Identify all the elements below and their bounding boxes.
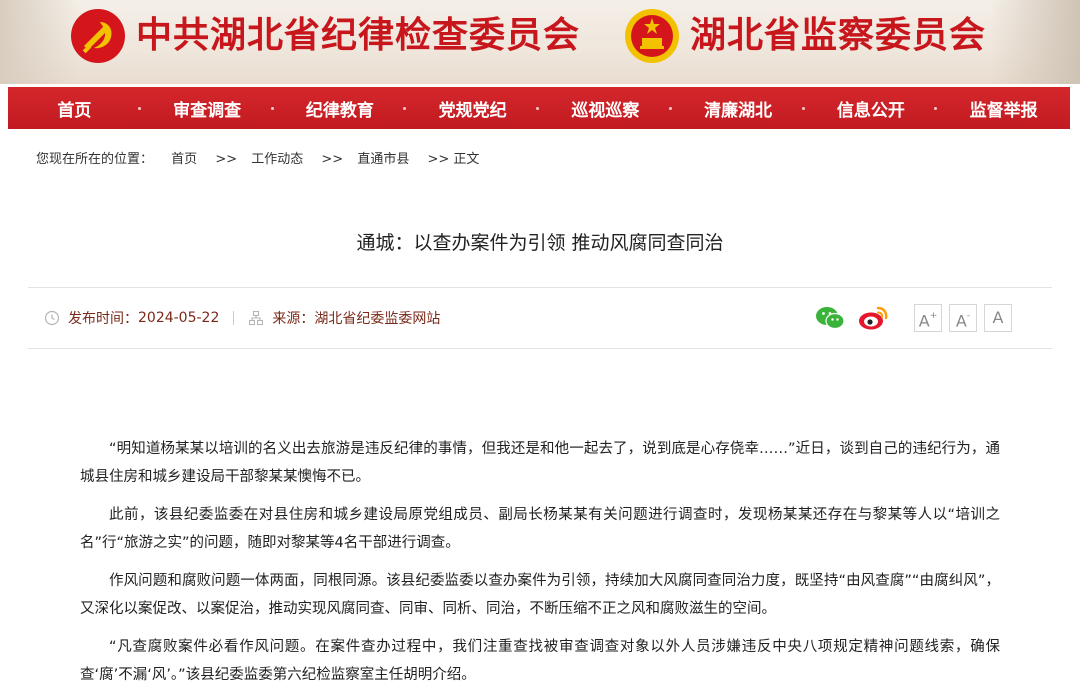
breadcrumb-home-label: 首页 bbox=[171, 152, 198, 167]
breadcrumb-home-link[interactable]: 首页 bbox=[171, 152, 211, 167]
nav-item-info-disclosure[interactable]: 信息公开 bbox=[805, 96, 938, 121]
nav-item-report[interactable]: 监督举报 bbox=[937, 96, 1070, 121]
divider bbox=[28, 348, 1052, 349]
nav-item-party-regulations[interactable]: 党规党纪 bbox=[406, 96, 539, 121]
breadcrumb-work-news-link[interactable]: 工作动态 bbox=[251, 152, 317, 167]
breadcrumb: 您现在所在的位置： 首页 >> 工作动态 >> 直通市县 >> 正文 bbox=[36, 148, 493, 167]
source-name: 湖北省纪委监委网站 bbox=[314, 311, 441, 327]
font-reset-label: A bbox=[955, 311, 967, 331]
source-icon bbox=[249, 310, 264, 326]
main-navigation: 首页 审查调查 纪律教育 党规党纪 巡视巡察 清廉湖北 信息公开 监督举报 bbox=[8, 87, 1070, 129]
article-paragraph: 作风问题和腐败问题一体两面，同根同源。该县纪委监委以查办案件为引领，持续加大风腐… bbox=[80, 573, 1000, 617]
font-shrink-label: A bbox=[992, 308, 1004, 327]
article-paragraph: “明知道杨某某以培训的名义出去旅游是违反纪律的事情，但我还是和他一起去了，说到底… bbox=[80, 441, 1000, 485]
font-reset-button[interactable]: A- bbox=[949, 304, 977, 332]
font-enlarge-button[interactable]: A+ bbox=[914, 304, 942, 332]
article-title: 通城：以查办案件为引领 推动风腐同查同治 bbox=[356, 232, 724, 254]
divider bbox=[28, 287, 1052, 288]
breadcrumb-prefix: 您现在所在的位置： bbox=[36, 152, 154, 167]
breadcrumb-separator: >> bbox=[215, 152, 238, 167]
breadcrumb-separator: >> bbox=[321, 152, 344, 167]
banner-decoration-left bbox=[0, 0, 80, 84]
meta-divider bbox=[233, 311, 235, 325]
breadcrumb-county-link[interactable]: 直通市县 bbox=[357, 152, 423, 167]
supervision-commission-title: 湖北省监察委员会 bbox=[690, 14, 987, 56]
article-meta: 发布时间： 2024-05-22 来源： 湖北省纪委监委网站 bbox=[44, 308, 440, 328]
font-enlarge-label: A bbox=[918, 311, 930, 331]
article-paragraph: “凡查腐败案件必看作风问题。在案件查办过程中，我们注重查找被审查调查对象以外人员… bbox=[80, 639, 1000, 683]
breadcrumb-current: >> 正文 bbox=[427, 152, 480, 167]
national-emblem-icon bbox=[625, 9, 679, 63]
clock-icon bbox=[44, 310, 60, 326]
breadcrumb-county-label: 直通市县 bbox=[357, 152, 410, 167]
weibo-icon[interactable] bbox=[857, 303, 889, 331]
party-emblem-icon bbox=[71, 9, 125, 63]
publish-time-label: 发布时间： bbox=[68, 311, 138, 327]
font-shrink-button[interactable]: A bbox=[984, 304, 1012, 332]
article-body: “明知道杨某某以培训的名义出去旅游是违反纪律的事情，但我还是和他一起去了，说到底… bbox=[80, 435, 1000, 695]
nav-item-inspection-tours[interactable]: 巡视巡察 bbox=[539, 96, 672, 121]
article-paragraph: 此前，该县纪委监委在对县住房和城乡建设局原党组成员、副局长杨某某有关问题进行调查… bbox=[80, 507, 1000, 551]
cpc-commission-title: 中共湖北省纪律检查委员会 bbox=[136, 14, 581, 56]
nav-item-clean-hubei[interactable]: 清廉湖北 bbox=[672, 96, 805, 121]
nav-item-discipline-education[interactable]: 纪律教育 bbox=[274, 96, 407, 121]
nav-item-home[interactable]: 首页 bbox=[8, 96, 141, 121]
site-banner: 中共湖北省纪律检查委员会 湖北省监察委员会 bbox=[0, 0, 1080, 84]
publish-date: 2024-05-22 bbox=[138, 310, 220, 326]
breadcrumb-work-news-label: 工作动态 bbox=[251, 152, 304, 167]
wechat-icon[interactable] bbox=[815, 305, 845, 331]
source-label: 来源： bbox=[272, 311, 315, 327]
nav-item-review-investigation[interactable]: 审查调查 bbox=[141, 96, 274, 121]
banner-decoration-right bbox=[990, 0, 1080, 84]
